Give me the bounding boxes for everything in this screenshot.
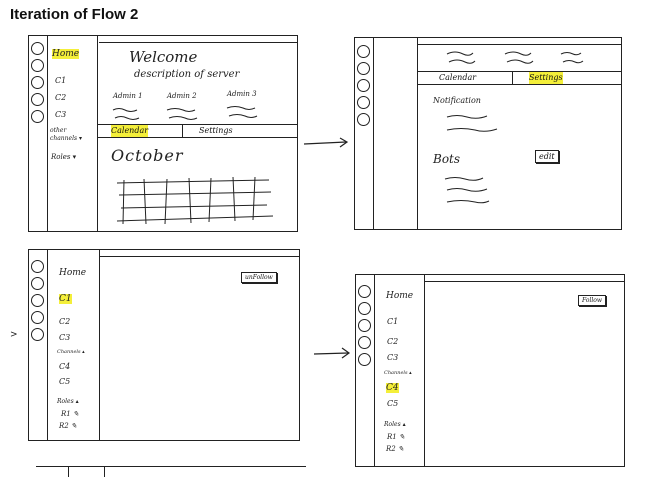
server-circle[interactable] (31, 277, 44, 290)
notification-scribbles (444, 115, 498, 204)
sidebar-item-c5[interactable]: C5 (387, 399, 398, 408)
server-rail (29, 250, 48, 440)
calendar-grid (116, 176, 274, 225)
sidebar-item-c2[interactable]: C2 (59, 317, 70, 326)
top-bar (424, 275, 624, 282)
wireframe-server-home: Home C1 C2 C3 other channels ▾ Roles ▾ W… (28, 35, 298, 232)
sidebar-item-home[interactable]: Home (386, 291, 413, 301)
sidebar-item-c2[interactable]: C2 (387, 337, 398, 346)
diagram-title: Iteration of Flow 2 (10, 6, 139, 23)
edit-button[interactable]: edit (535, 150, 559, 163)
next-wireframe-edge (36, 466, 306, 477)
server-circle[interactable] (31, 260, 44, 273)
sidebar-item-roles[interactable]: Roles ▴ (57, 398, 79, 405)
server-circle[interactable] (31, 328, 44, 341)
wireframe-channel-follow: Home C1 C2 C3 Channels ▴ C4 C5 Roles ▴ R… (355, 274, 625, 467)
server-rail (356, 275, 375, 466)
unfollow-button[interactable]: unFollow (241, 272, 277, 283)
sidebar-item-channels[interactable]: Channels ▴ (384, 370, 412, 376)
server-circle[interactable] (358, 285, 371, 298)
server-circle[interactable] (358, 302, 371, 315)
wireframe-settings: Calendar Settings Notification Bots edit (354, 37, 622, 230)
channel-sidebar: Home C1 C2 C3 Channels ▴ C4 C5 Roles ▴ R… (374, 275, 425, 466)
edge-marker: > (10, 330, 18, 340)
sidebar-item-r1[interactable]: R1 ✎ (61, 410, 79, 418)
sidebar-item-c4[interactable]: C4 (59, 362, 70, 371)
sidebar-item-c3[interactable]: C3 (387, 353, 398, 362)
channel-sidebar: Home C1 C2 C3 Channels ▴ C4 C5 Roles ▴ R… (47, 250, 100, 440)
sidebar-item-roles[interactable]: Roles ▴ (384, 421, 406, 428)
sidebar-item-r2[interactable]: R2 ✎ (59, 422, 77, 430)
sidebar-item-c4[interactable]: C4 (386, 383, 399, 393)
bots-label: Bots (433, 152, 461, 166)
server-circle[interactable] (31, 311, 44, 324)
sidebar-item-r1[interactable]: R1 ✎ (387, 433, 405, 441)
flow-arrow-icon (313, 347, 351, 359)
wireframe-channel-unfollow: Home C1 C2 C3 Channels ▴ C4 C5 Roles ▴ R… (28, 249, 300, 441)
sidebar-item-c3[interactable]: C3 (59, 333, 70, 342)
server-circle[interactable] (358, 319, 371, 332)
flow-arrow-icon (303, 137, 349, 148)
follow-button[interactable]: Follow (578, 295, 607, 306)
sidebar-item-home[interactable]: Home (59, 268, 86, 278)
sidebar-item-c1[interactable]: C1 (59, 294, 72, 304)
sidebar-item-channels[interactable]: Channels ▴ (57, 349, 85, 355)
sidebar-item-r2[interactable]: R2 ✎ (386, 445, 404, 453)
server-circle[interactable] (31, 294, 44, 307)
server-circle[interactable] (358, 353, 371, 366)
server-circle[interactable] (358, 336, 371, 349)
sidebar-item-c5[interactable]: C5 (59, 377, 70, 386)
top-bar (99, 250, 299, 257)
sidebar-item-c1[interactable]: C1 (387, 317, 398, 326)
